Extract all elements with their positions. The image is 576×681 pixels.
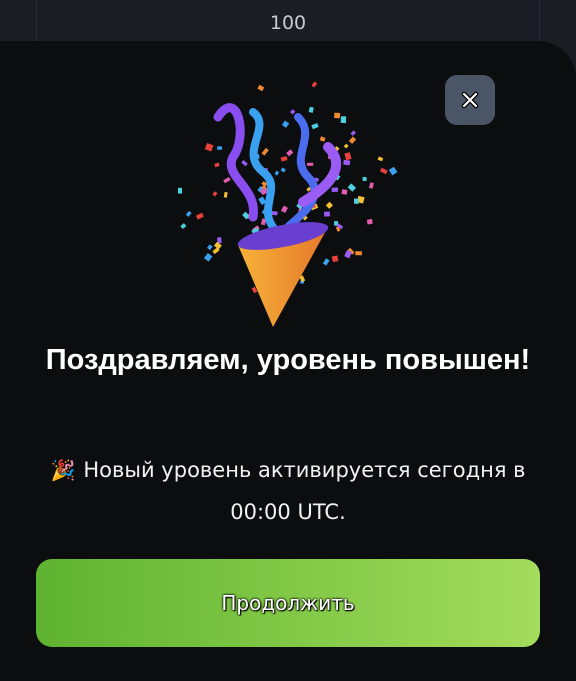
background-header: 100 (0, 0, 576, 42)
party-popper-icon: 🎉 (50, 458, 76, 482)
confetti-piece (185, 210, 192, 217)
confetti-piece (212, 191, 218, 197)
confetti-piece (355, 251, 362, 256)
confetti-piece (290, 109, 296, 115)
continue-button[interactable]: Продолжить (36, 559, 540, 647)
confetti-piece (286, 149, 294, 157)
close-button[interactable] (445, 75, 495, 125)
confetti-piece (271, 211, 278, 216)
description-text: Новый уровень активируется сегодня в 00:… (83, 458, 526, 524)
confetti-piece (257, 84, 265, 92)
confetti-piece (180, 223, 187, 230)
confetti-piece (331, 187, 339, 192)
party-popper-illustration (178, 81, 398, 327)
level-up-modal: Поздравляем, уровень повышен! 🎉 Новый уро… (0, 41, 576, 681)
confetti-piece (350, 130, 356, 136)
confetti-piece (280, 167, 286, 173)
confetti-piece (343, 159, 351, 166)
confetti-piece (241, 160, 248, 167)
confetti-piece (223, 191, 228, 198)
confetti-piece (261, 147, 269, 156)
confetti-piece (207, 244, 213, 251)
confetti-piece (280, 156, 288, 162)
confetti-piece (195, 212, 204, 220)
confetti-piece (217, 146, 223, 150)
confetti-piece (379, 167, 388, 175)
confetti-piece (311, 81, 318, 88)
confetti-piece (343, 143, 349, 149)
confetti-piece (340, 116, 347, 124)
background-value: 100 (269, 12, 307, 34)
confetti-piece (353, 198, 359, 204)
confetti-piece (331, 255, 339, 263)
confetti-piece (280, 205, 288, 214)
confetti-piece (323, 211, 330, 217)
confetti-piece (388, 166, 398, 176)
confetti-piece (319, 136, 326, 142)
confetti-piece (178, 187, 183, 194)
confetti-piece (204, 142, 214, 152)
confetti-piece (362, 176, 367, 182)
confetti-piece (377, 156, 384, 162)
confetti-piece (223, 176, 231, 184)
confetti-piece (214, 162, 220, 168)
confetti-piece (281, 120, 290, 128)
confetti-piece (322, 258, 330, 266)
confetti-piece (348, 136, 357, 144)
confetti-piece (203, 253, 213, 262)
confetti-piece (344, 152, 352, 161)
confetti-piece (311, 123, 319, 130)
confetti-piece (341, 189, 348, 195)
modal-title: Поздравляем, уровень повышен! (45, 344, 531, 376)
confetti-piece (366, 218, 373, 225)
confetti-piece (325, 201, 333, 209)
confetti-piece (274, 170, 280, 176)
confetti-piece (306, 162, 314, 166)
confetti-piece (347, 183, 357, 192)
confetti-piece (334, 112, 341, 119)
modal-description: 🎉 Новый уровень активируется сегодня в 00… (30, 449, 546, 533)
confetti-piece (368, 182, 374, 189)
confetti-piece (308, 106, 314, 113)
close-icon (461, 91, 479, 109)
